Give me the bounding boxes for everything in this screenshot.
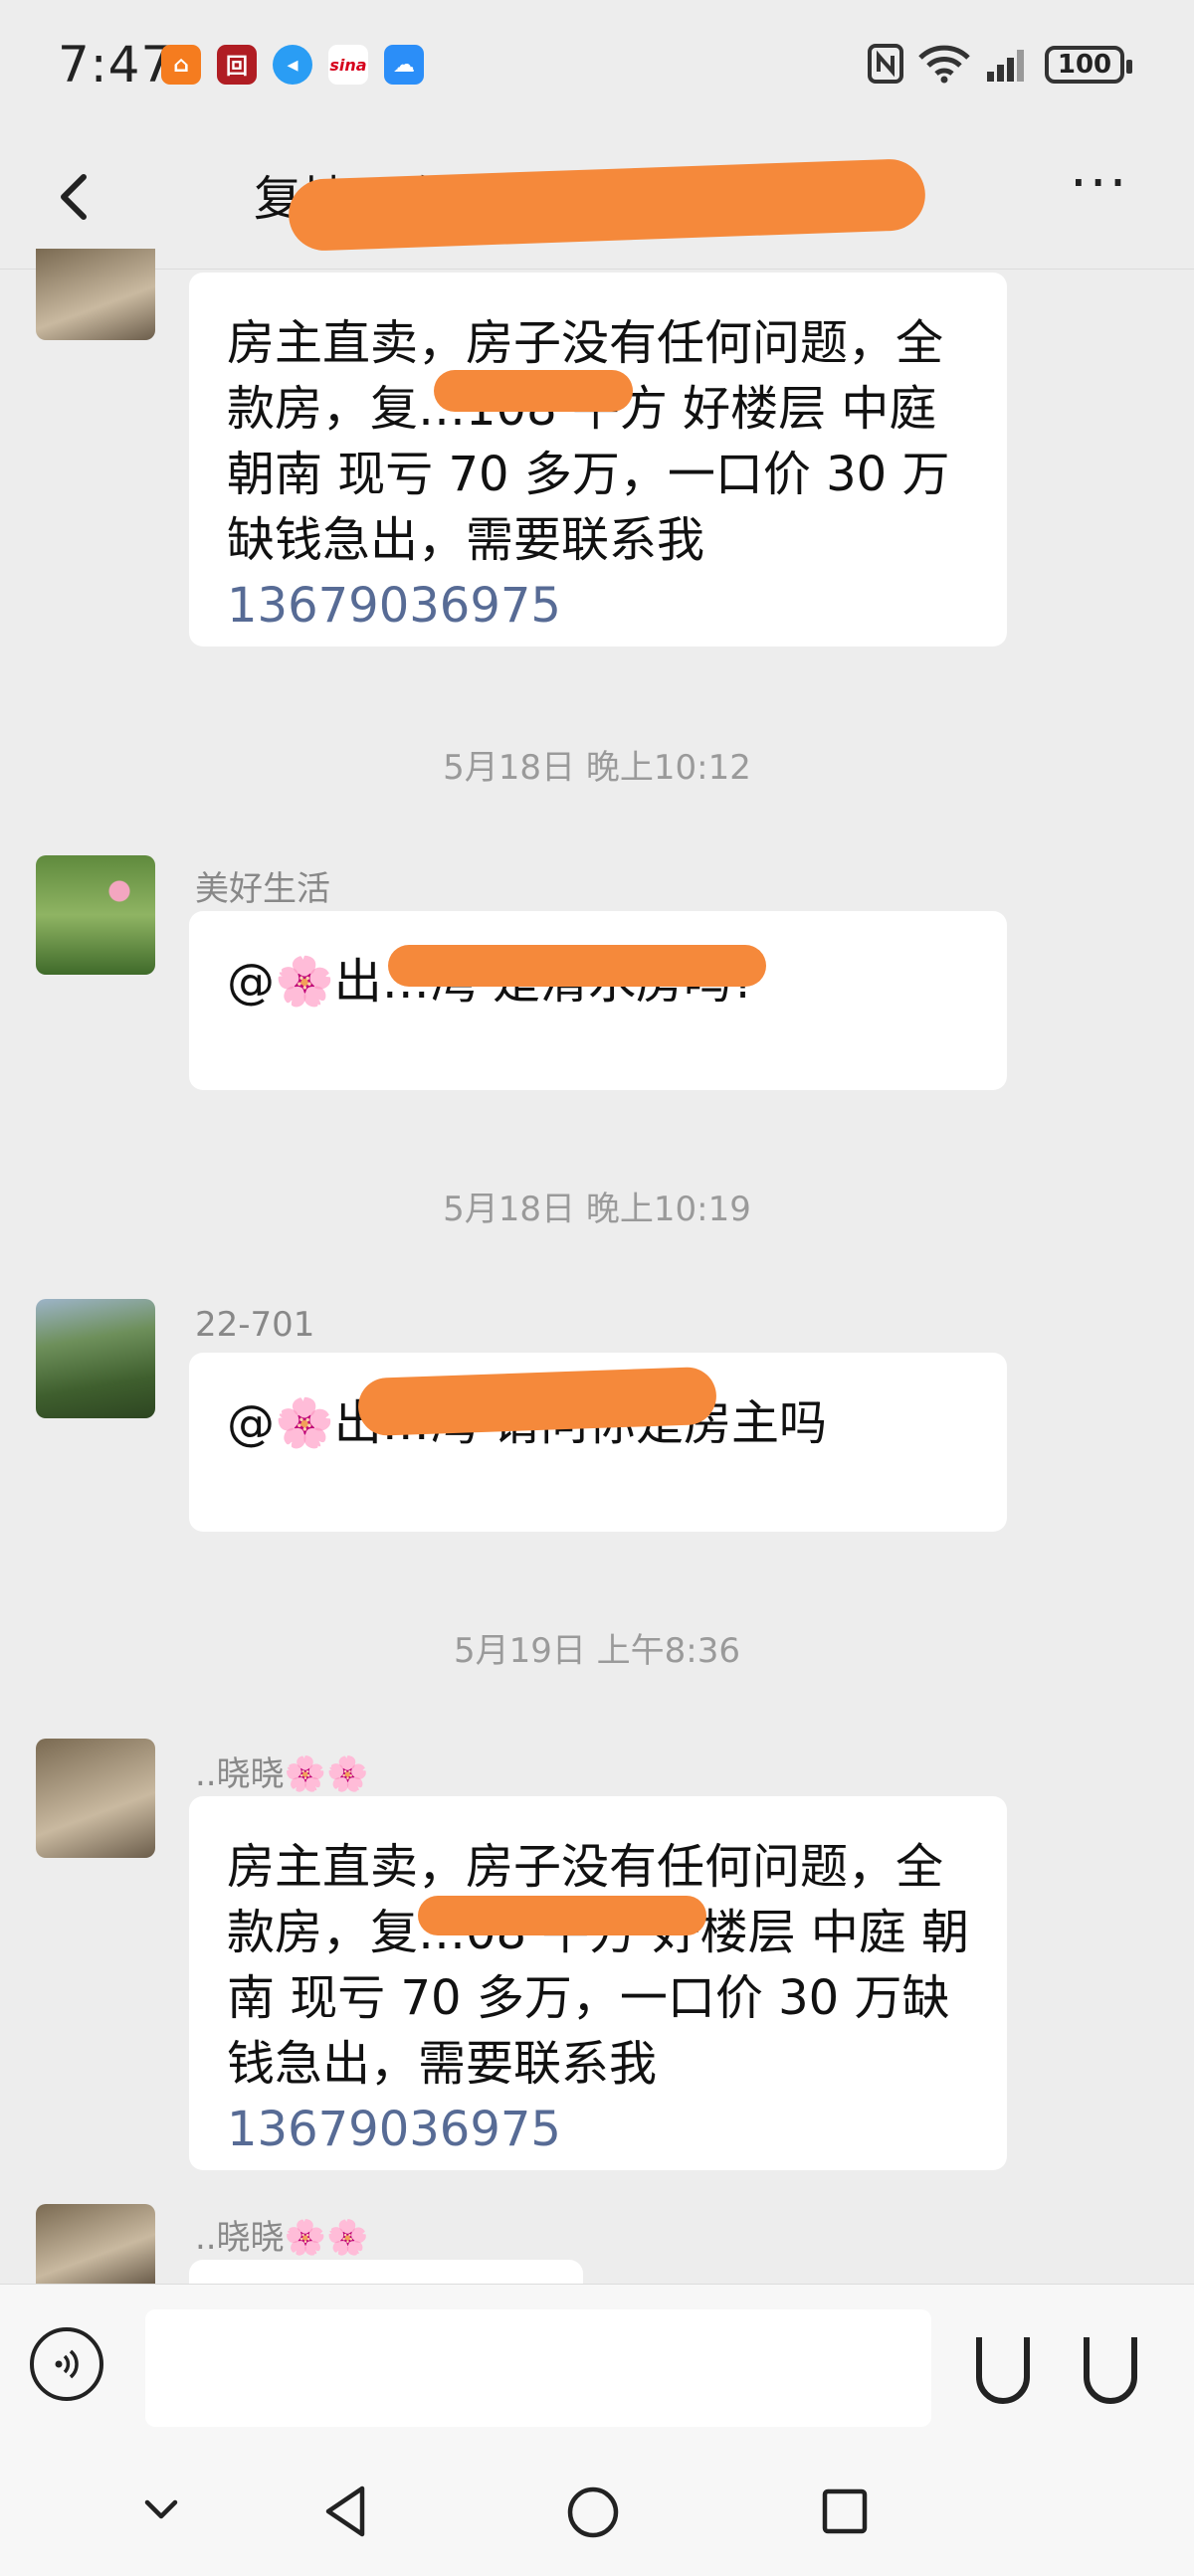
blue-app-icon: ◂: [273, 45, 312, 85]
more-button[interactable]: ···: [1070, 156, 1149, 219]
voice-icon: [55, 2349, 79, 2379]
status-time: 7:47: [58, 36, 174, 93]
recents-square-icon[interactable]: [820, 2486, 870, 2540]
message-bubble[interactable]: 房主直卖，房子没有任何问题，全款房，复…08 平方 好楼层 中庭 朝南 现亏 7…: [189, 1796, 1007, 2170]
avatar[interactable]: [36, 1299, 155, 1418]
redaction-scribble: [388, 945, 766, 987]
message-bubble[interactable]: @🌸出…湾 是清水房吗?: [189, 911, 1007, 1090]
sender-name: 美好生活: [195, 869, 330, 909]
collapse-icon[interactable]: [139, 2486, 183, 2534]
avatar[interactable]: [36, 1739, 155, 1858]
back-triangle-icon[interactable]: [320, 2483, 370, 2544]
avatar[interactable]: [36, 855, 155, 975]
orange-app-icon: ⌂: [161, 45, 201, 85]
phone-link[interactable]: 13679036975: [227, 2097, 971, 2162]
nfc-icon: [868, 44, 903, 92]
sender-name: ..晓晓🌸🌸: [195, 1754, 369, 1794]
redaction-scribble: [418, 1896, 706, 1935]
ellipsis-icon: ···: [1070, 151, 1129, 216]
message-bubble[interactable]: [189, 2260, 583, 2284]
emoji-plus-buttons[interactable]: [975, 2337, 1174, 2407]
timestamp: 5月18日 晚上10:19: [443, 1190, 751, 1229]
message-bubble[interactable]: 房主直卖，房子没有任何问题，全款房，复…108 平方 好楼层 中庭 朝南 现亏 …: [189, 273, 1007, 646]
phone-link[interactable]: 13679036975: [227, 573, 971, 639]
back-button[interactable]: [40, 159, 119, 239]
message-input[interactable]: [145, 2309, 931, 2427]
battery-indicator: 100: [1045, 46, 1132, 84]
avatar[interactable]: [36, 249, 155, 340]
wifi-icon: [917, 44, 971, 92]
avatar[interactable]: [36, 2204, 155, 2284]
sina-icon: sina: [328, 45, 368, 85]
timestamp: 5月18日 晚上10:12: [443, 748, 751, 788]
home-circle-icon[interactable]: [565, 2484, 621, 2544]
message-text: 房主直卖，房子没有任何问题，全款房，复…108 平方 好楼层 中庭 朝南 现亏 …: [227, 315, 950, 568]
redaction-scribble: [434, 370, 633, 412]
voice-button[interactable]: [30, 2327, 103, 2401]
message-text: 房主直卖，房子没有任何问题，全款房，复…08 平方 好楼层 中庭 朝南 现亏 7…: [227, 1839, 970, 2092]
chevron-left-icon: [61, 174, 87, 220]
red-bank-icon: 回: [217, 45, 257, 85]
timestamp: 5月19日 上午8:36: [453, 1631, 741, 1671]
signal-icon: [987, 44, 1033, 92]
sender-name: ..晓晓🌸🌸: [195, 2218, 369, 2258]
weather-icon: ☁: [384, 45, 424, 85]
sender-name: 22-701: [195, 1305, 315, 1345]
